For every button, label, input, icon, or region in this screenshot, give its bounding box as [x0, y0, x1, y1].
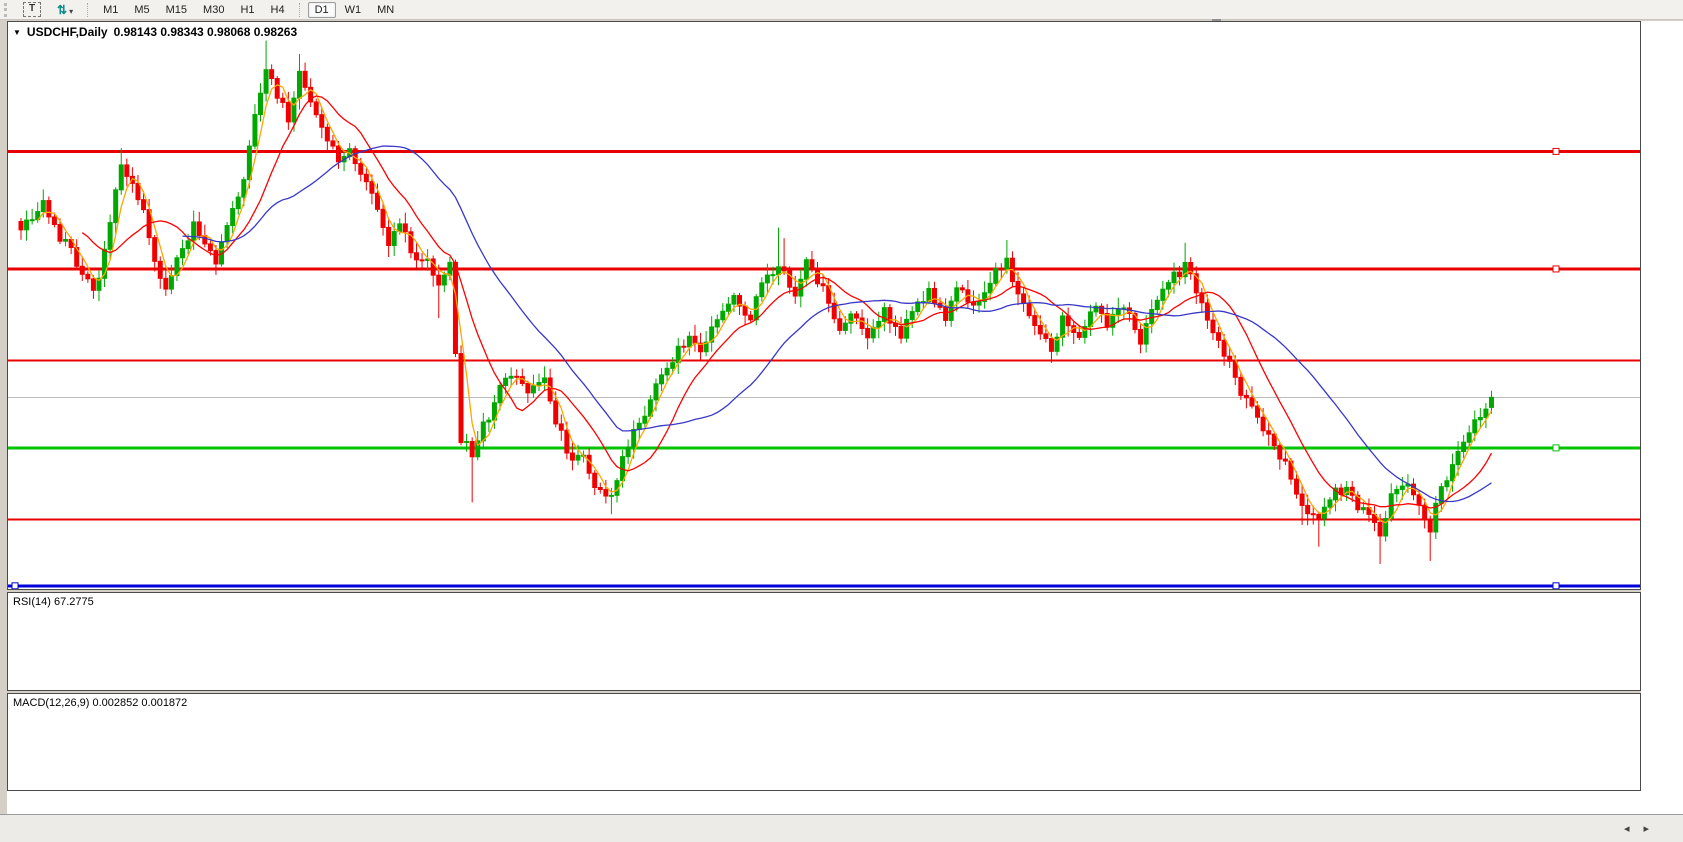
chevron-down-icon: ▾: [69, 6, 74, 16]
toolbar: T ⇅ ▾ M1 M5 M15 M30 H1 H4 D1 W1 MN: [0, 0, 1683, 20]
arrange-windows-button[interactable]: ⇅ ▾: [50, 1, 80, 19]
chart-tab-bar: ◂▸: [0, 814, 1683, 842]
main-chart-panel[interactable]: ▼ USDCHF,Daily 0.98143 0.98343 0.98068 0…: [7, 21, 1641, 590]
toolbar-separator: [298, 2, 301, 17]
line-handle[interactable]: [1552, 444, 1560, 452]
chart-ohlc-values: 0.98143 0.98343 0.98068 0.98263: [113, 25, 298, 39]
timeframe-button-m30[interactable]: M30: [196, 2, 231, 18]
macd-label: MACD(12,26,9) 0.002852 0.001872: [13, 697, 188, 709]
collapse-triangle-icon[interactable]: ▼: [13, 28, 21, 37]
timeframe-button-m5[interactable]: M5: [127, 2, 156, 18]
candles: [18, 40, 1494, 564]
tab-scroll-left-icon[interactable]: ◂: [1624, 823, 1644, 835]
line-handle[interactable]: [1552, 582, 1560, 589]
timeframe-button-d1[interactable]: D1: [307, 1, 336, 18]
timeframe-group: M1 M5 M15 M30 H1 H4 D1 W1 MN: [95, 1, 402, 18]
timeframe-button-w1[interactable]: W1: [338, 2, 369, 18]
chart-title: ▼ USDCHF,Daily 0.98143 0.98343 0.98068 0…: [13, 25, 298, 39]
text-tool-button[interactable]: T: [16, 0, 48, 19]
timeframe-button-m15[interactable]: M15: [159, 2, 194, 18]
rsi-panel[interactable]: RSI(14) 67.2775: [7, 592, 1641, 691]
chart-symbol: USDCHF,Daily: [26, 25, 108, 39]
terminal-window: T ⇅ ▾ M1 M5 M15 M30 H1 H4 D1 W1 MN ▼ USDCHF,Daily…: [0, 0, 1683, 842]
line-handle[interactable]: [11, 582, 19, 589]
tab-scroll-right-icon[interactable]: ▸: [1643, 823, 1663, 835]
line-handle[interactable]: [1552, 147, 1560, 155]
line-handle[interactable]: [1552, 265, 1560, 273]
toolbar-separator: [87, 2, 89, 17]
timeframe-button-mn[interactable]: MN: [370, 2, 401, 18]
arrange-icon: ⇅: [57, 2, 68, 17]
macd-chart: [8, 694, 1640, 790]
timeframe-button-h4[interactable]: H4: [264, 2, 292, 18]
toolbar-grip[interactable]: [4, 2, 11, 17]
timeframe-button-m1[interactable]: M1: [96, 2, 125, 18]
text-tool-icon: T: [23, 2, 41, 17]
price-axis[interactable]: [1641, 21, 1683, 791]
macd-panel[interactable]: MACD(12,26,9) 0.002852 0.001872: [7, 693, 1641, 791]
date-axis[interactable]: [7, 791, 1683, 814]
timeframe-button-h1[interactable]: H1: [233, 2, 261, 18]
rsi-chart: [8, 593, 1640, 690]
candlestick-chart[interactable]: [8, 22, 1640, 589]
tab-scroll-arrows: ◂▸: [1624, 822, 1663, 835]
rsi-label: RSI(14) 67.2775: [13, 596, 94, 608]
